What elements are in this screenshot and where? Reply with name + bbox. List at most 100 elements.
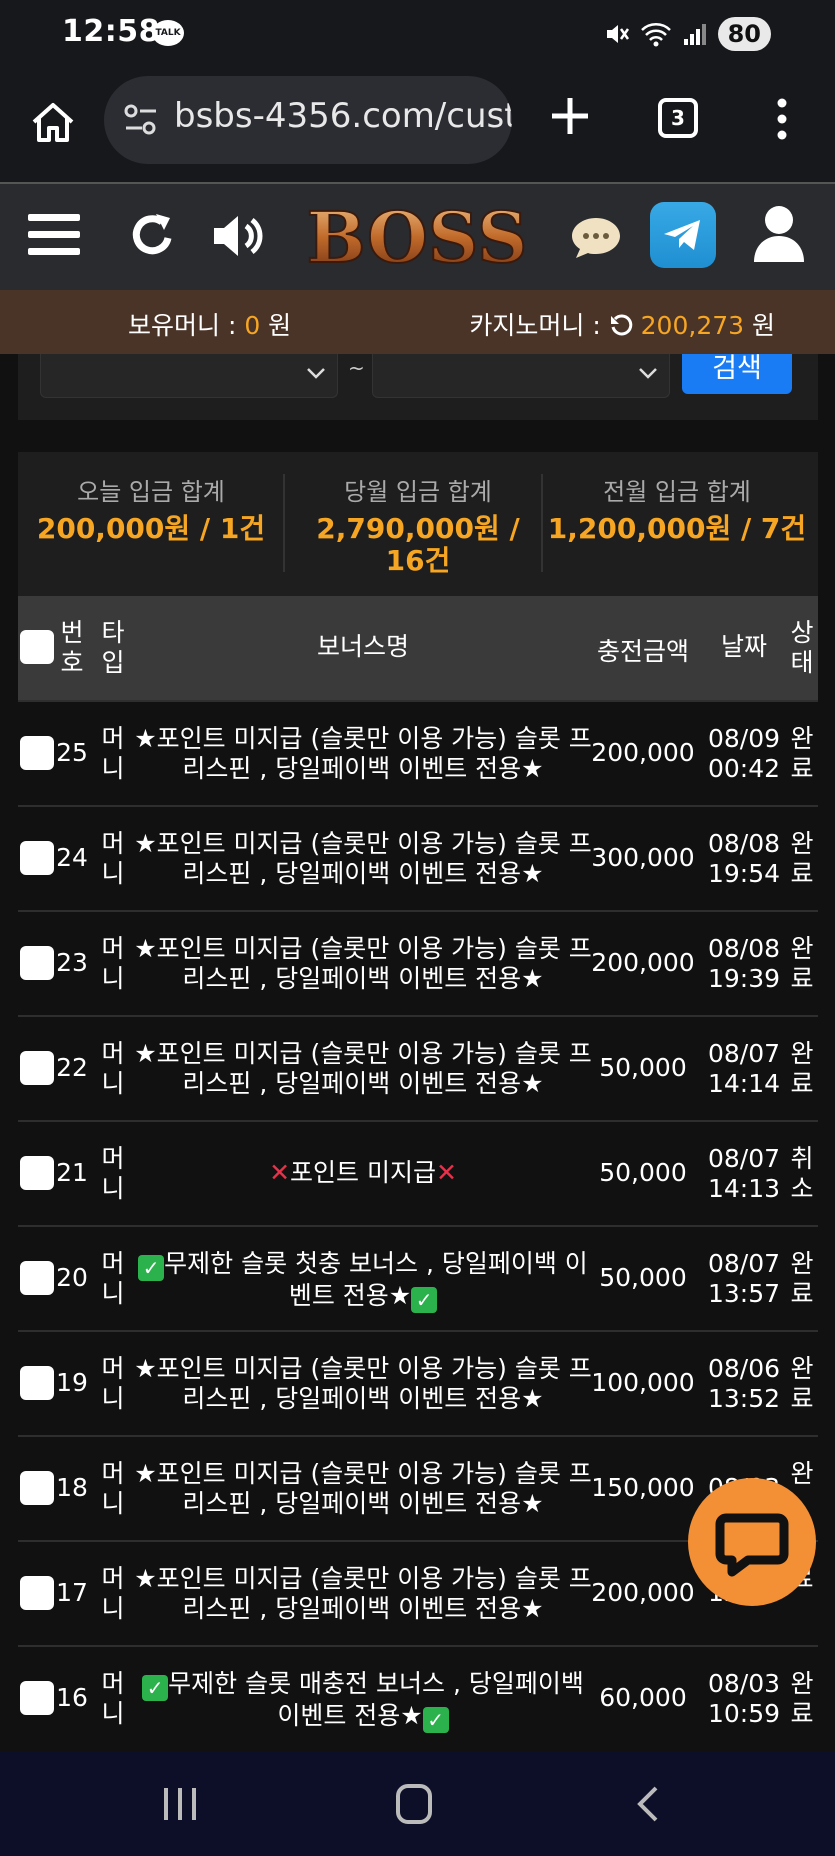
- back-icon[interactable]: [632, 1784, 662, 1824]
- live-chat-button[interactable]: [688, 1478, 816, 1606]
- row-status: 취소: [790, 1144, 814, 1203]
- table-row[interactable]: 23 머 니 ★포인트 미지급 (슬롯만 이용 가능) 슬롯 프리스핀 , 당일페이백…: [18, 910, 818, 1015]
- row-checkbox[interactable]: [20, 1156, 54, 1190]
- check-mark-icon: ✓: [411, 1287, 438, 1313]
- row-checkbox[interactable]: [20, 1681, 54, 1715]
- table-row[interactable]: 22 머 니 ★포인트 미지급 (슬롯만 이용 가능) 슬롯 프리스핀 , 당일페이백…: [18, 1015, 818, 1120]
- signal-icon: [683, 24, 706, 45]
- deposit-summary: 오늘 입금 합계 200,000원 / 1건 당월 입금 합계 2,790,00…: [18, 452, 818, 596]
- chat-bubble-icon: [715, 1513, 789, 1577]
- address-bar[interactable]: bsbs-4356.com/cust: [104, 76, 512, 164]
- row-date: 08/08 19:39: [707, 934, 781, 993]
- check-mark-icon: ✓: [142, 1675, 169, 1701]
- casino-money-unit: 원: [744, 311, 775, 340]
- divider: [541, 474, 543, 572]
- row-bonus-name: ✕포인트 미지급✕: [269, 1158, 457, 1187]
- row-number: 24: [56, 843, 88, 872]
- row-number: 22: [56, 1053, 88, 1082]
- row-amount: 200,000: [591, 738, 695, 767]
- row-amount: 50,000: [599, 1053, 687, 1082]
- new-tab-icon[interactable]: [548, 94, 592, 138]
- search-panel: ~ 검색: [18, 354, 818, 420]
- row-checkbox[interactable]: [20, 1366, 54, 1400]
- summary-last-month: 전월 입금 합계 1,200,000원 / 7건: [544, 472, 810, 545]
- select-all-checkbox[interactable]: [20, 630, 54, 664]
- summary-month: 당월 입금 합계 2,790,000원 / 16건: [285, 472, 551, 577]
- more-menu-icon[interactable]: [770, 96, 794, 142]
- row-checkbox[interactable]: [20, 1261, 54, 1295]
- cross-mark-icon: ✕: [435, 1158, 457, 1187]
- row-checkbox[interactable]: [20, 841, 54, 875]
- header-num: 번호: [60, 618, 84, 677]
- status-bar: 12:58 TALK 80: [0, 0, 835, 70]
- row-checkbox[interactable]: [20, 1471, 54, 1505]
- end-date-select[interactable]: [372, 354, 670, 398]
- home-nav-icon[interactable]: [396, 1784, 432, 1824]
- row-checkbox[interactable]: [20, 736, 54, 770]
- user-icon[interactable]: [752, 204, 806, 264]
- row-bonus-name: ★포인트 미지급 (슬롯만 이용 가능) 슬롯 프리스핀 , 당일페이백 이벤트…: [134, 724, 592, 783]
- header-amount: 충전금액: [596, 637, 689, 666]
- row-checkbox[interactable]: [20, 1051, 54, 1085]
- row-status: 완료: [790, 1669, 814, 1728]
- start-date-select[interactable]: [40, 354, 338, 398]
- holding-money-label: 보유머니 :: [128, 311, 245, 340]
- row-date: 08/06 13:52: [707, 1354, 781, 1413]
- telegram-icon[interactable]: [650, 202, 716, 268]
- battery-level: 80: [717, 17, 771, 51]
- row-number: 25: [56, 738, 88, 767]
- status-icons: 80: [604, 16, 771, 52]
- check-mark-icon: ✓: [138, 1255, 165, 1281]
- row-status: 완료: [790, 1249, 814, 1308]
- row-number: 17: [56, 1578, 88, 1607]
- row-bonus-name: ✓ 무제한 슬롯 첫충 보너스 , 당일페이백 이벤트 전용★ ✓: [130, 1249, 596, 1313]
- recent-apps-icon[interactable]: [160, 1786, 200, 1822]
- refresh-icon[interactable]: [128, 210, 176, 262]
- row-amount: 100,000: [591, 1368, 695, 1397]
- table-row[interactable]: 20 머 니 ✓ 무제한 슬롯 첫충 보너스 , 당일페이백 이벤트 전용★ ✓ 50,00…: [18, 1225, 818, 1330]
- row-type: 머니: [101, 1039, 125, 1098]
- money-bar: 보유머니 : 0 원 카지노머니 : 200,273 원: [0, 290, 835, 354]
- row-bonus-name: ✓ 무제한 슬롯 매충전 보너스 , 당일페이백 이벤트 전용★ ✓: [130, 1669, 596, 1733]
- row-type: 머니: [101, 1669, 125, 1728]
- status-time: 12:58: [62, 14, 160, 49]
- table-row[interactable]: 21 머 니 ✕포인트 미지급✕ 50,000 08/07 14:13 취 소: [18, 1120, 818, 1225]
- boss-logo[interactable]: BOSS: [290, 198, 544, 278]
- row-checkbox[interactable]: [20, 946, 54, 980]
- table-row[interactable]: 24 머 니 ★포인트 미지급 (슬롯만 이용 가능) 슬롯 프리스핀 , 당일페이백…: [18, 805, 818, 910]
- row-status: 완료: [790, 1039, 814, 1098]
- tab-switcher-button[interactable]: 3: [658, 98, 698, 138]
- row-amount: 50,000: [599, 1263, 687, 1292]
- home-icon[interactable]: [28, 98, 78, 148]
- casino-money-label: 카지노머니 :: [469, 311, 609, 340]
- row-status: 완료: [790, 1354, 814, 1413]
- casino-refresh-icon[interactable]: [609, 313, 633, 337]
- holding-money: 보유머니 : 0 원: [128, 306, 291, 342]
- row-number: 18: [56, 1473, 88, 1502]
- search-button[interactable]: 검색: [682, 354, 792, 394]
- chat-icon[interactable]: [570, 214, 622, 260]
- site-settings-icon[interactable]: [122, 102, 160, 138]
- row-date: 08/07 13:57: [707, 1249, 781, 1308]
- casino-money: 카지노머니 : 200,273 원: [469, 306, 775, 342]
- row-number: 23: [56, 948, 88, 977]
- cross-mark-icon: ✕: [269, 1158, 291, 1187]
- row-number: 16: [56, 1683, 88, 1712]
- table-row[interactable]: 19 머 니 ★포인트 미지급 (슬롯만 이용 가능) 슬롯 프리스핀 , 당일페이백…: [18, 1330, 818, 1435]
- summary-label: 전월 입금 합계: [603, 478, 751, 506]
- header-type: 타입: [101, 618, 125, 677]
- table-row[interactable]: 25 머 니 ★포인트 미지급 (슬롯만 이용 가능) 슬롯 프리스핀 , 당일페이백…: [18, 700, 818, 805]
- row-bonus-name: ★포인트 미지급 (슬롯만 이용 가능) 슬롯 프리스핀 , 당일페이백 이벤트…: [134, 1459, 592, 1518]
- row-bonus-name: ★포인트 미지급 (슬롯만 이용 가능) 슬롯 프리스핀 , 당일페이백 이벤트…: [134, 1039, 592, 1098]
- holding-money-unit: 원: [260, 311, 292, 340]
- summary-value: 2,790,000원 / 16건: [316, 512, 520, 577]
- system-nav-bar: [0, 1752, 835, 1856]
- row-checkbox[interactable]: [20, 1576, 54, 1610]
- row-date: 08/08 19:54: [707, 829, 781, 888]
- speaker-icon[interactable]: [210, 210, 268, 262]
- table-row[interactable]: 16 머 니 ✓ 무제한 슬롯 매충전 보너스 , 당일페이백 이벤트 전용★ ✓ 60,0…: [18, 1645, 818, 1750]
- header-date: 날짜: [720, 632, 767, 661]
- row-status: 완료: [790, 724, 814, 783]
- header-state: 상태: [790, 618, 814, 677]
- hamburger-menu-icon[interactable]: [28, 212, 80, 258]
